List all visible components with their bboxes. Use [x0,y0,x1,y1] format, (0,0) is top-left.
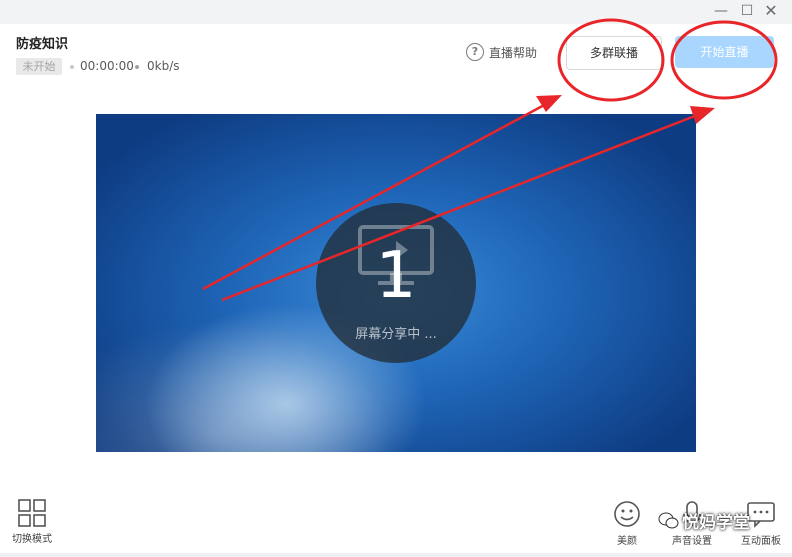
help-link[interactable]: 直播帮助 [489,44,537,61]
sharing-status-text: 屏幕分享中 ... [355,327,437,342]
help-icon[interactable]: ? [466,43,484,61]
title-bar: — ☐ ✕ [0,0,792,24]
grid-icon [18,499,46,527]
voice-settings-label: 声音设置 [672,536,712,547]
annotation-arrow-head [536,95,562,112]
maximize-icon[interactable]: ☐ [737,2,757,20]
status-badge: 未开始 [16,58,62,75]
minimize-icon[interactable]: — [711,2,731,20]
multi-group-broadcast-button[interactable]: 多群联播 [566,36,662,70]
wechat-icon [658,512,679,529]
bottom-border [0,553,792,557]
smile-icon [614,501,640,527]
chat-panel-icon [747,502,775,528]
switch-mode-button[interactable]: 切换模式 [8,497,56,545]
screen-number: 1 [375,239,417,313]
beauty-label: 美颜 [617,536,637,547]
close-icon[interactable]: ✕ [761,2,781,20]
screen-share-indicator: 1 屏幕分享中 ... [316,203,476,363]
screen-preview: 1 屏幕分享中 ... [96,114,696,452]
duration-text: 00:00:00 [80,59,134,73]
switch-mode-label: 切换模式 [12,534,52,545]
watermark-text: 悦妈学堂 [682,513,750,533]
beauty-button[interactable]: 美颜 [610,500,644,547]
separator-dot [135,65,139,69]
interaction-panel-label: 互动面板 [741,536,781,547]
separator-dot [70,65,74,69]
live-title: 防疫知识 [16,37,69,52]
bitrate-text: 0kb/s [147,59,180,73]
start-live-button[interactable]: 开始直播 [675,36,774,68]
